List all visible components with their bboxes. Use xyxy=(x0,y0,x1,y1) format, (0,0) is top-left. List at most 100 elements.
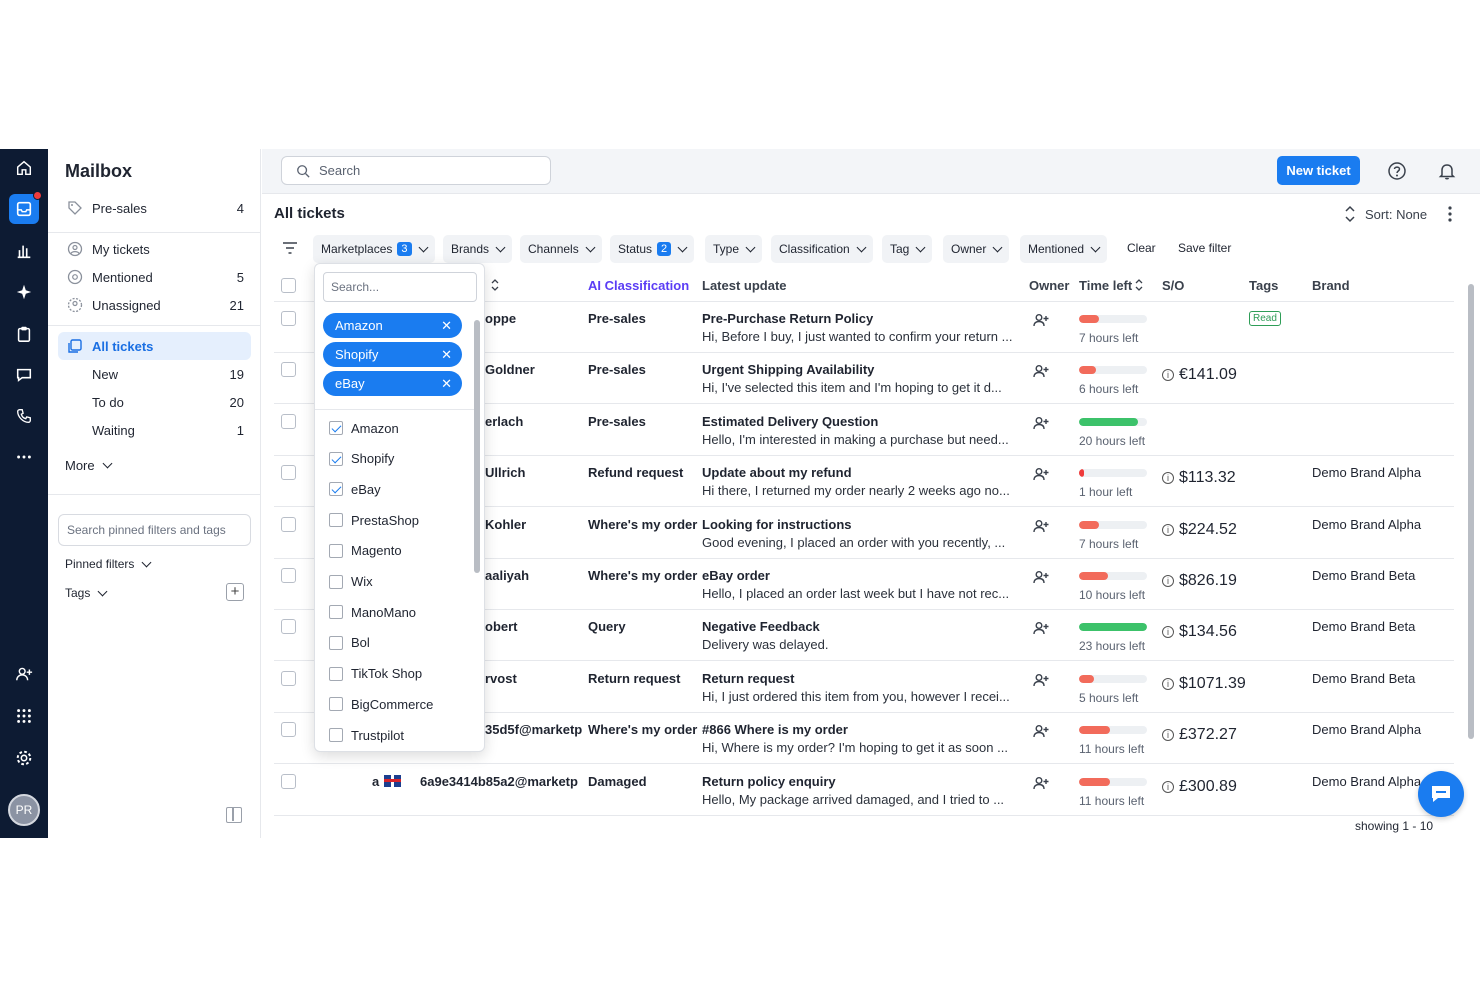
apps-grid-icon[interactable] xyxy=(9,701,39,731)
collapse-sidebar-icon[interactable] xyxy=(226,807,242,823)
sidebar-item-new[interactable]: New 19 xyxy=(58,360,251,388)
row-checkbox[interactable] xyxy=(281,619,296,635)
assign-owner-icon[interactable] xyxy=(1033,621,1049,635)
marketplace-option[interactable]: Amazon xyxy=(329,418,399,438)
option-checkbox[interactable] xyxy=(329,697,343,712)
marketplace-option[interactable]: Trustpilot xyxy=(329,725,404,745)
kebab-menu-icon[interactable] xyxy=(1447,206,1453,222)
search-input[interactable]: Search xyxy=(281,156,551,185)
assign-owner-icon[interactable] xyxy=(1033,570,1049,584)
filter-channels[interactable]: Channels xyxy=(520,235,602,263)
column-tags[interactable]: Tags xyxy=(1249,278,1278,293)
home-icon[interactable] xyxy=(9,153,39,183)
phone-icon[interactable] xyxy=(9,401,39,431)
sort-arrows-icon[interactable] xyxy=(1134,278,1144,295)
sidebar-item-unassigned[interactable]: Unassigned 21 xyxy=(58,291,251,319)
more-dots-icon[interactable] xyxy=(9,442,39,472)
assign-owner-icon[interactable] xyxy=(1033,313,1049,327)
option-checkbox[interactable] xyxy=(329,605,343,620)
bell-icon[interactable] xyxy=(1437,161,1457,181)
sort-control[interactable]: Sort: None xyxy=(1344,205,1427,223)
info-icon[interactable]: i xyxy=(1162,729,1174,742)
info-icon[interactable]: i xyxy=(1162,677,1174,690)
marketplace-search-input[interactable]: Search... xyxy=(323,272,477,302)
chat-icon[interactable] xyxy=(9,360,39,390)
ticket-subject[interactable]: Pre-Purchase Return Policy xyxy=(702,311,873,326)
chat-launcher-button[interactable] xyxy=(1418,771,1464,817)
row-checkbox[interactable] xyxy=(281,311,296,326)
new-ticket-button[interactable]: New ticket xyxy=(1277,156,1360,185)
row-checkbox[interactable] xyxy=(281,413,296,429)
option-checkbox[interactable] xyxy=(329,574,343,589)
ticket-subject[interactable]: Estimated Delivery Question xyxy=(702,414,878,429)
mailbox-icon[interactable] xyxy=(9,191,42,224)
remove-chip-icon[interactable]: ✕ xyxy=(441,318,452,334)
info-icon[interactable]: i xyxy=(1162,523,1174,536)
column-latest-update[interactable]: Latest update xyxy=(702,278,787,293)
select-all-checkbox[interactable] xyxy=(281,278,296,293)
marketplace-option[interactable]: Wix xyxy=(329,572,373,592)
row-checkbox[interactable] xyxy=(281,670,296,686)
marketplace-option[interactable]: TikTok Shop xyxy=(329,664,422,684)
ticket-subject[interactable]: eBay order xyxy=(702,568,770,583)
row-checkbox[interactable] xyxy=(281,568,296,583)
filter-status[interactable]: Status 2 xyxy=(610,235,695,263)
sidebar-item-all-tickets[interactable]: All tickets xyxy=(58,332,251,360)
info-icon[interactable]: i xyxy=(1162,369,1174,382)
pinned-filters-toggle[interactable]: Pinned filters xyxy=(65,557,152,571)
filter-mentioned[interactable]: Mentioned xyxy=(1020,235,1108,263)
analytics-icon[interactable] xyxy=(9,236,39,266)
row-checkbox[interactable] xyxy=(281,773,296,789)
marketplace-option[interactable]: eBay xyxy=(329,479,381,499)
row-checkbox[interactable] xyxy=(281,465,296,481)
read-tag-badge[interactable]: Read xyxy=(1249,311,1281,326)
option-checkbox[interactable] xyxy=(329,543,343,558)
table-scrollbar[interactable] xyxy=(1468,284,1474,739)
info-icon[interactable]: i xyxy=(1162,626,1174,639)
column-so[interactable]: S/O xyxy=(1162,278,1184,293)
ticket-subject[interactable]: Return policy enquiry xyxy=(702,774,836,789)
sidebar-item-mentioned[interactable]: Mentioned 5 xyxy=(58,263,251,291)
filter-brands[interactable]: Brands xyxy=(443,235,513,263)
option-checkbox[interactable] xyxy=(329,482,343,497)
add-tag-plus-icon[interactable]: + xyxy=(226,583,244,601)
ai-sparkle-icon[interactable] xyxy=(9,277,39,307)
column-owner[interactable]: Owner xyxy=(1029,278,1069,293)
ticket-subject[interactable]: Urgent Shipping Availability xyxy=(702,362,874,377)
ticket-subject[interactable]: #866 Where is my order xyxy=(702,722,848,737)
clipboard-icon[interactable] xyxy=(9,319,39,349)
save-filter-button[interactable]: Save filter xyxy=(1178,241,1231,255)
filter-type[interactable]: Type xyxy=(705,235,763,263)
row-checkbox[interactable] xyxy=(281,722,296,738)
column-ai-classification[interactable]: AI Classification xyxy=(588,278,689,293)
marketplace-option[interactable]: ManoMano xyxy=(329,602,416,622)
marketplace-option[interactable]: Shopify xyxy=(329,449,394,469)
info-icon[interactable]: i xyxy=(1162,780,1174,793)
option-checkbox[interactable] xyxy=(329,421,343,435)
filter-classification[interactable]: Classification xyxy=(771,235,873,263)
marketplace-option[interactable]: Magento xyxy=(329,541,402,561)
remove-chip-icon[interactable]: ✕ xyxy=(441,347,452,363)
dropdown-scrollbar[interactable] xyxy=(474,320,480,573)
filter-tag[interactable]: Tag xyxy=(882,235,933,263)
assign-owner-icon[interactable] xyxy=(1033,724,1049,738)
settings-gear-icon[interactable] xyxy=(9,743,39,773)
column-time-left[interactable]: Time left xyxy=(1079,278,1132,293)
help-icon[interactable] xyxy=(1387,161,1407,181)
option-checkbox[interactable] xyxy=(329,451,343,466)
assign-owner-icon[interactable] xyxy=(1033,364,1049,378)
assign-owner-icon[interactable] xyxy=(1033,416,1049,430)
ticket-subject[interactable]: Return request xyxy=(702,671,794,686)
sidebar-item-waiting[interactable]: Waiting 1 xyxy=(58,416,251,444)
tags-toggle[interactable]: Tags xyxy=(65,586,108,600)
marketplace-option[interactable]: PrestaShop xyxy=(329,510,419,530)
sidebar-item-to-do[interactable]: To do 20 xyxy=(58,388,251,416)
row-checkbox[interactable] xyxy=(281,516,296,532)
sort-arrows-icon[interactable] xyxy=(490,278,500,295)
ticket-subject[interactable]: Negative Feedback xyxy=(702,619,820,634)
assign-owner-icon[interactable] xyxy=(1033,673,1049,687)
assign-owner-icon[interactable] xyxy=(1033,776,1049,790)
sidebar-item-my-tickets[interactable]: My tickets xyxy=(58,235,251,263)
info-icon[interactable]: i xyxy=(1162,575,1174,587)
info-icon[interactable]: i xyxy=(1162,472,1174,485)
